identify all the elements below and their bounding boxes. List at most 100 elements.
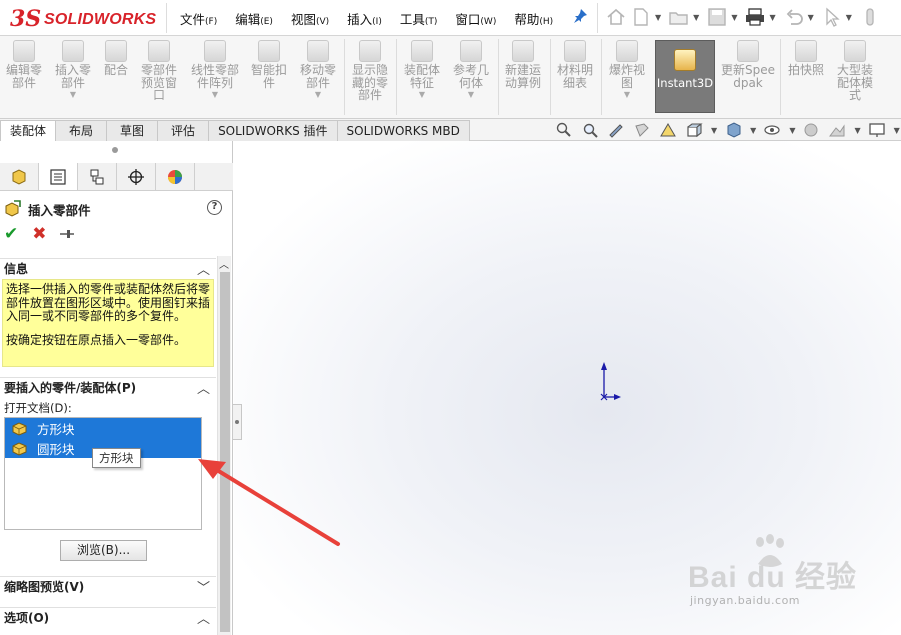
tab-solidworks-mbd[interactable]: SOLIDWORKS MBD — [336, 120, 470, 141]
dynamic-annotation-icon[interactable] — [659, 122, 677, 138]
hide-show-items-icon[interactable] — [763, 122, 781, 138]
ok-check-icon[interactable]: ✔ — [4, 224, 18, 244]
save-icon[interactable] — [706, 6, 728, 28]
show-hidden-components-button[interactable]: 显示隐藏的零部件 — [348, 40, 392, 102]
menu-help[interactable]: 帮助(H) — [514, 9, 553, 28]
menu-edit[interactable]: 编辑(E) — [235, 9, 273, 28]
display-style-icon[interactable] — [724, 122, 742, 138]
tab-solidworks-addins[interactable]: SOLIDWORKS 插件 — [208, 120, 338, 141]
take-snapshot-button[interactable]: 拍快照 — [784, 40, 828, 77]
assembly-features-dropdown-icon[interactable]: ▼ — [419, 90, 425, 99]
edit-component-button[interactable]: 编辑零部件 — [2, 40, 46, 89]
print-icon[interactable] — [744, 6, 766, 28]
tab-configuration-manager[interactable] — [78, 163, 117, 190]
cancel-x-icon[interactable]: ✖ — [32, 224, 46, 244]
menu-insert[interactable]: 插入(I) — [347, 9, 382, 28]
tab-assembly[interactable]: 装配体 — [0, 120, 57, 141]
display-style-dropdown-icon[interactable]: ▼ — [750, 126, 756, 135]
property-manager-icon — [50, 168, 66, 185]
pattern-dropdown-icon[interactable]: ▼ — [212, 90, 218, 99]
view-orientation-dropdown-icon[interactable]: ▼ — [711, 126, 717, 135]
help-icon[interactable]: ? — [207, 200, 222, 215]
tab-feature-manager[interactable] — [0, 163, 39, 190]
info-section-header[interactable]: 信息 ︿ — [0, 258, 216, 278]
reference-geometry-button[interactable]: 参考几何体 ▼ — [449, 40, 493, 99]
bill-of-materials-button[interactable]: 材料明细表 — [553, 40, 597, 89]
select-cursor-icon[interactable] — [821, 6, 843, 28]
menu-tools[interactable]: 工具(T) — [400, 9, 438, 28]
menu-window[interactable]: 窗口(W) — [455, 9, 496, 28]
panel-grip-handle[interactable] — [112, 147, 118, 153]
solidworks-logo[interactable]: 3S SOLIDWORKS — [10, 6, 156, 32]
tab-dimxpert-manager[interactable] — [117, 163, 156, 190]
tab-sketch[interactable]: 草图 — [106, 120, 159, 141]
property-manager-actions: ✔ ✖ — [4, 224, 75, 244]
menu-file[interactable]: 文件(F) — [180, 9, 217, 28]
undo-dropdown-icon[interactable]: ▼ — [808, 13, 814, 22]
move-component-button[interactable]: 移动零部件 ▼ — [296, 40, 340, 99]
parts-section-header[interactable]: 要插入的零件/装配体(P) ︿ — [0, 377, 216, 397]
undo-icon[interactable] — [783, 6, 805, 28]
keep-visible-pushpin-icon[interactable] — [59, 227, 75, 241]
browse-button[interactable]: 浏览(B)... — [60, 540, 147, 561]
options-section-header[interactable]: 选项(O) ︿ — [0, 607, 216, 627]
collapse-chevron-up-icon[interactable]: ︿ — [197, 259, 210, 278]
speedpak-icon — [737, 40, 759, 62]
select-dropdown-icon[interactable]: ▼ — [846, 13, 852, 22]
panel-scrollbar[interactable]: ︿ — [217, 256, 231, 635]
panel-splitter-handle[interactable] — [233, 404, 242, 440]
apply-scene-icon[interactable] — [828, 122, 846, 138]
hide-show-dropdown-icon[interactable]: ▼ — [789, 126, 795, 135]
edit-appearance-icon[interactable] — [802, 122, 820, 138]
open-documents-list[interactable]: 方形块 圆形块 — [4, 417, 202, 530]
tab-display-manager[interactable] — [156, 163, 195, 190]
thumbnail-preview-section-header[interactable]: 缩略图预览(V) ﹀ — [0, 576, 216, 596]
linear-component-pattern-button[interactable]: 线性零部件阵列 ▼ — [187, 40, 243, 99]
scroll-up-arrow-icon[interactable]: ︿ — [219, 256, 229, 271]
smart-fasteners-button[interactable]: 智能扣件 — [247, 40, 291, 89]
rebuild-icon[interactable] — [859, 6, 881, 28]
view-settings-dropdown-icon[interactable]: ▼ — [894, 126, 900, 135]
collapse-chevron-up-icon[interactable]: ︿ — [197, 378, 210, 397]
zoom-to-area-icon[interactable] — [581, 122, 599, 138]
scene-dropdown-icon[interactable]: ▼ — [854, 126, 860, 135]
exploded-view-button[interactable]: 爆炸视图 ▼ — [605, 40, 649, 99]
open-dropdown-icon[interactable]: ▼ — [693, 13, 699, 22]
list-item[interactable]: 方形块 — [5, 418, 201, 438]
new-motion-study-button[interactable]: 新建运动算例 — [500, 40, 546, 89]
new-document-icon[interactable] — [630, 6, 652, 28]
watermark-url: jingyan.baidu.com — [690, 594, 801, 607]
update-speedpak-button[interactable]: 更新Speedpak — [720, 40, 776, 89]
insert-component-button[interactable]: 插入零部件 ▼ — [51, 40, 95, 99]
component-preview-window-button[interactable]: 零部件预览窗口 — [136, 40, 182, 102]
new-dropdown-icon[interactable]: ▼ — [655, 13, 661, 22]
view-settings-monitor-icon[interactable] — [868, 122, 886, 138]
previous-view-icon[interactable] — [607, 122, 625, 138]
expand-chevron-down-icon[interactable]: ﹀ — [197, 577, 210, 596]
tab-property-manager[interactable] — [39, 163, 78, 190]
assembly-features-button[interactable]: 装配体特征 ▼ — [400, 40, 444, 99]
tab-evaluate[interactable]: 评估 — [157, 120, 210, 141]
print-dropdown-icon[interactable]: ▼ — [769, 13, 775, 22]
toolbar-divider — [344, 39, 345, 115]
pin-menu-icon[interactable] — [572, 8, 588, 24]
feature-manager-icon — [12, 168, 26, 185]
collapse-chevron-up-icon[interactable]: ︿ — [197, 608, 210, 627]
large-assembly-mode-button[interactable]: 大型装配体模式 — [832, 40, 878, 102]
move-dropdown-icon[interactable]: ▼ — [315, 90, 321, 99]
mate-button[interactable]: 配合 — [100, 40, 132, 77]
open-folder-icon[interactable] — [668, 6, 690, 28]
command-manager: 编辑零部件 插入零部件 ▼ 配合 零部件预览窗口 线性零部件阵列 ▼ 智能扣件 … — [0, 36, 901, 119]
menu-view[interactable]: 视图(V) — [291, 9, 329, 28]
insert-component-dropdown-icon[interactable]: ▼ — [70, 90, 76, 99]
instant3d-button[interactable]: Instant3D — [655, 40, 715, 113]
zoom-to-fit-icon[interactable] — [555, 122, 573, 138]
save-dropdown-icon[interactable]: ▼ — [731, 13, 737, 22]
scrollbar-thumb[interactable] — [220, 272, 230, 632]
home-icon[interactable] — [605, 6, 627, 28]
reference-geometry-dropdown-icon[interactable]: ▼ — [468, 90, 474, 99]
exploded-view-dropdown-icon[interactable]: ▼ — [624, 90, 630, 99]
section-view-icon[interactable] — [633, 122, 651, 138]
view-orientation-icon[interactable] — [685, 122, 703, 138]
tab-layout[interactable]: 布局 — [55, 120, 108, 141]
